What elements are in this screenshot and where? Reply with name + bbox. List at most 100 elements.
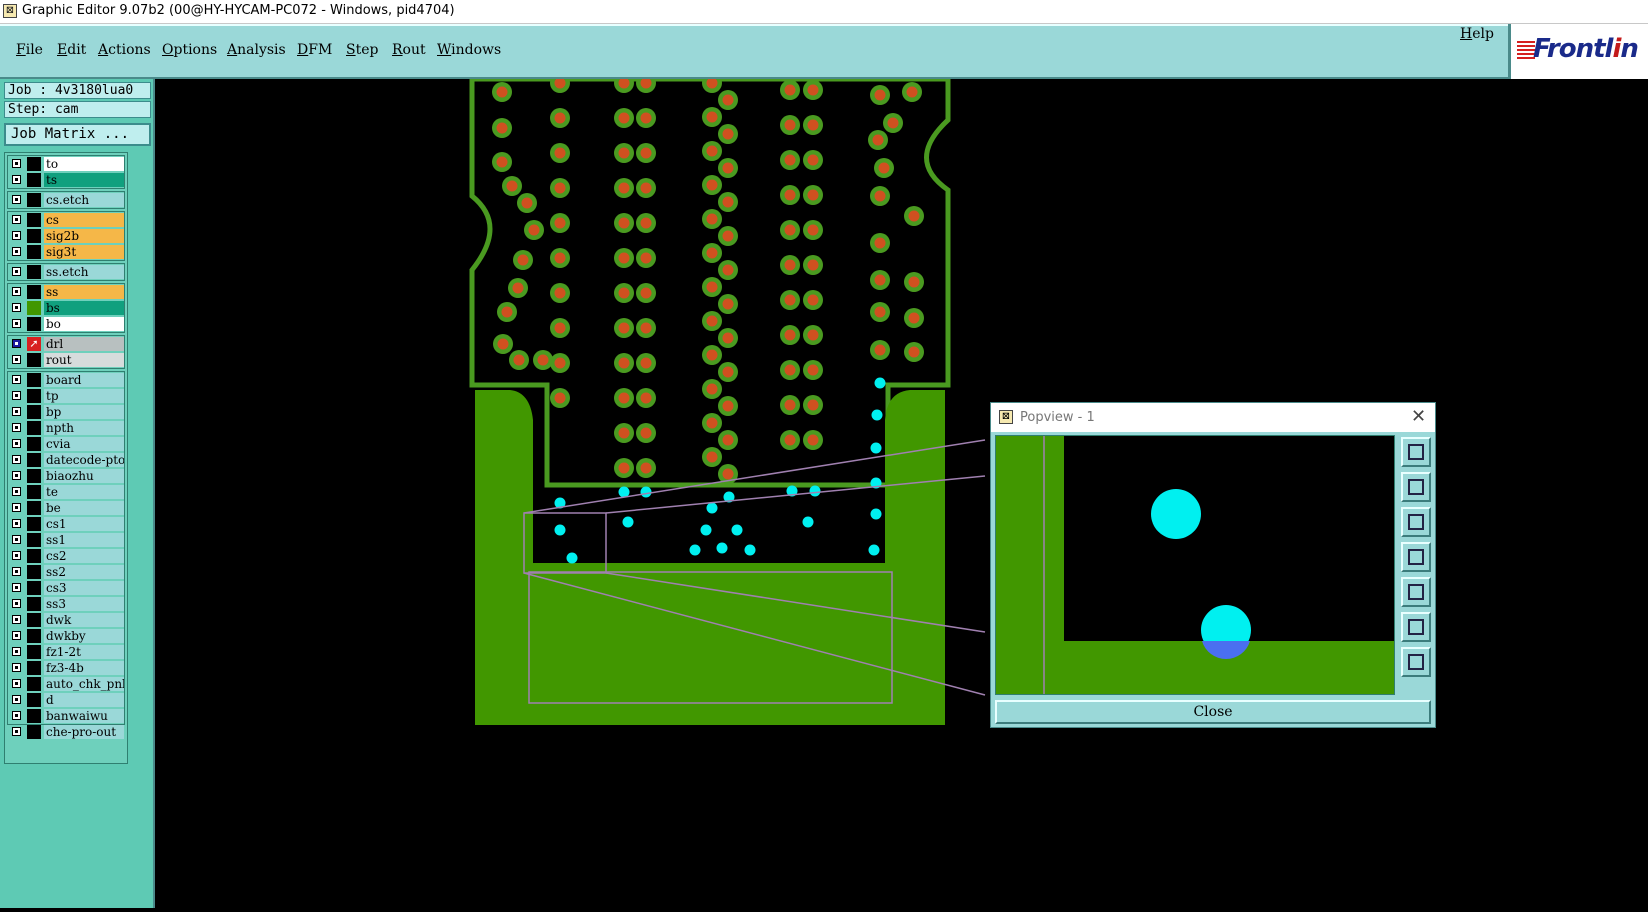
pan-up-button[interactable] [1401, 472, 1431, 502]
layer-row[interactable]: ss1 [8, 532, 124, 548]
pan-left-button[interactable] [1401, 542, 1431, 572]
popview-icon: ⊠ [999, 410, 1013, 424]
logo-text: Frontlin [1533, 34, 1639, 64]
layer-checkbox[interactable] [12, 631, 21, 640]
layer-checkbox[interactable] [12, 647, 21, 656]
layer-checkbox[interactable] [12, 375, 21, 384]
job-matrix-button[interactable]: Job Matrix ... [4, 123, 151, 146]
layer-row[interactable]: ss3 [8, 596, 124, 612]
layer-row[interactable]: fz1-2t [8, 644, 124, 660]
layer-row[interactable]: npth [8, 420, 124, 436]
layer-row[interactable]: d [8, 692, 124, 708]
layer-row[interactable]: datecode-pto [8, 452, 124, 468]
layer-row[interactable]: bs [8, 300, 124, 316]
pad-core [807, 84, 819, 96]
layer-row[interactable]: bp [8, 404, 124, 420]
pan-down-button[interactable] [1401, 507, 1431, 537]
layer-checkbox[interactable] [12, 727, 21, 736]
layer-checkbox[interactable] [12, 407, 21, 416]
layer-checkbox[interactable] [12, 567, 21, 576]
layer-row[interactable]: to [8, 156, 124, 172]
layer-row[interactable]: rout [8, 352, 124, 368]
layer-name: te [44, 485, 124, 499]
menu-file[interactable]: File [16, 42, 43, 58]
layer-name: ts [44, 173, 124, 187]
popview-window[interactable]: ⊠ Popview - 1 ✕ Close [990, 402, 1436, 728]
close-icon[interactable]: ✕ [1411, 406, 1426, 427]
layer-name: dwk [44, 613, 124, 627]
layer-row[interactable]: cs2 [8, 548, 124, 564]
layer-checkbox[interactable] [12, 423, 21, 432]
layer-row[interactable]: ts [8, 172, 124, 188]
layer-row[interactable]: te [8, 484, 124, 500]
layer-row[interactable]: cs1 [8, 516, 124, 532]
layer-checkbox[interactable] [12, 519, 21, 528]
menu-options[interactable]: Options [162, 42, 217, 58]
pad-core [554, 357, 566, 369]
layer-checkbox[interactable] [12, 503, 21, 512]
layer-checkbox[interactable] [12, 551, 21, 560]
layer-row[interactable]: biaozhu [8, 468, 124, 484]
layer-row[interactable]: cs3 [8, 580, 124, 596]
layer-row[interactable]: be [8, 500, 124, 516]
menu-help[interactable]: Help [1460, 26, 1494, 42]
layer-name: be [44, 501, 124, 515]
pad-core [512, 282, 524, 294]
layer-row[interactable]: tp [8, 388, 124, 404]
layer-row[interactable]: sig2b [8, 228, 124, 244]
menu-rout[interactable]: Rout [392, 42, 426, 58]
menu-step[interactable]: Step [346, 42, 378, 58]
layer-checkbox[interactable] [12, 663, 21, 672]
zoom-fit-button[interactable] [1401, 437, 1431, 467]
layer-row[interactable]: cvia [8, 436, 124, 452]
pad-core [807, 434, 819, 446]
layer-row[interactable]: auto_chk_pnl [8, 676, 124, 692]
pad-core [706, 213, 718, 225]
drill-hole [870, 508, 882, 520]
layer-row[interactable]: sig3t [8, 244, 124, 260]
layer-checkbox[interactable] [12, 455, 21, 464]
layer-checkbox[interactable] [12, 679, 21, 688]
pad-core [496, 156, 508, 168]
pan-right-button[interactable] [1401, 577, 1431, 607]
layer-checkbox[interactable] [12, 535, 21, 544]
layer-checkbox[interactable] [12, 471, 21, 480]
menu-dfm[interactable]: DFM [297, 42, 332, 58]
layer-row[interactable]: fz3-4b [8, 660, 124, 676]
pad-core [878, 162, 890, 174]
layer-checkbox[interactable] [12, 615, 21, 624]
menu-actions[interactable]: Actions [98, 42, 151, 58]
layer-checkbox[interactable] [12, 711, 21, 720]
menu-analysis[interactable]: Analysis [227, 42, 286, 58]
layer-row[interactable]: board [8, 372, 124, 388]
layer-row-active[interactable]: ➚ drl [8, 336, 124, 352]
layer-row[interactable]: cs [8, 212, 124, 228]
zoom-in-button[interactable] [1401, 612, 1431, 642]
pad-core [874, 190, 886, 202]
layer-checkbox[interactable] [12, 599, 21, 608]
layer-row[interactable]: dwk [8, 612, 124, 628]
layer-checkbox[interactable] [12, 391, 21, 400]
layer-checkbox[interactable] [12, 487, 21, 496]
pad-core [640, 147, 652, 159]
layer-row[interactable]: che-pro-out [8, 724, 124, 740]
popview-close-button[interactable]: Close [995, 700, 1431, 724]
layer-color-swatch [27, 285, 41, 299]
layer-checkbox[interactable] [12, 439, 21, 448]
menu-windows[interactable]: Windows [437, 42, 501, 58]
layer-row[interactable]: ss [8, 284, 124, 300]
layer-row[interactable]: banwaiwu [8, 708, 124, 724]
layer-row[interactable]: ss.etch [8, 264, 124, 280]
layer-checkbox[interactable] [12, 695, 21, 704]
layer-checkbox[interactable] [12, 583, 21, 592]
layer-row[interactable]: dwkby [8, 628, 124, 644]
pad-core [554, 252, 566, 264]
layer-row[interactable]: ss2 [8, 564, 124, 580]
layer-row[interactable]: bo [8, 316, 124, 332]
zoom-out-button[interactable] [1401, 647, 1431, 677]
menu-edit[interactable]: Edit [57, 42, 86, 58]
pad-core [784, 434, 796, 446]
layer-row[interactable]: cs.etch [8, 192, 124, 208]
popview-view[interactable] [995, 435, 1395, 695]
layer-color-swatch [27, 157, 41, 171]
